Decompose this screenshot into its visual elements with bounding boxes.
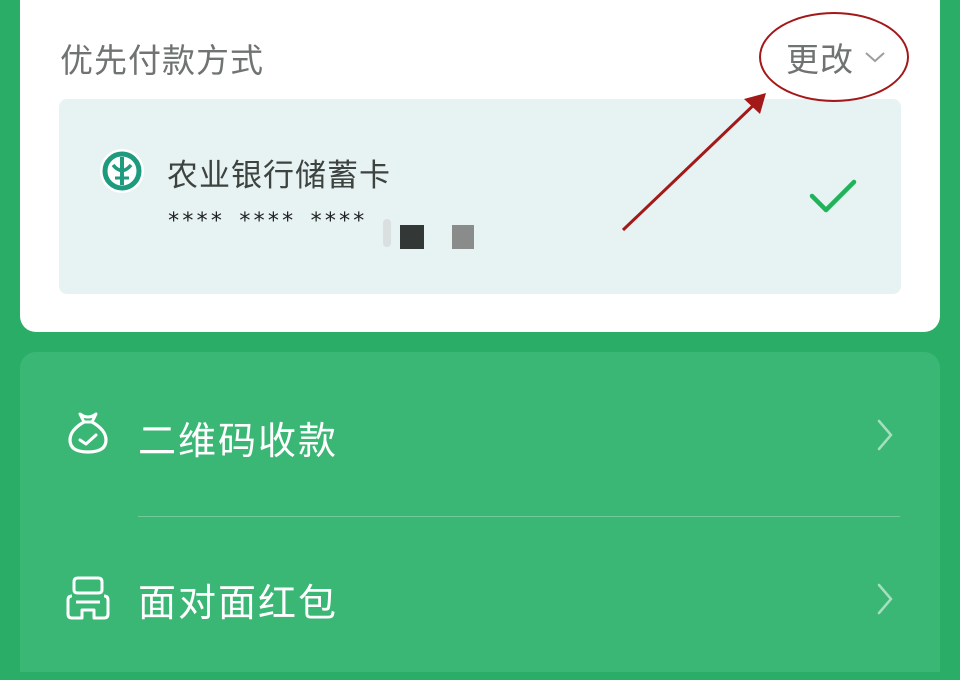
bank-name: 农业银行储蓄卡	[167, 158, 391, 194]
masked-digit-redaction	[452, 225, 474, 249]
masked-digit-redaction	[383, 219, 391, 247]
change-payment-button[interactable]: 更改	[786, 34, 886, 80]
menu-item-label: 二维码收款	[138, 419, 339, 463]
menu-panel: 二维码收款 面对面红包	[20, 352, 940, 672]
masked-digit-redaction	[400, 225, 424, 249]
card-number: **** **** ****	[167, 209, 367, 234]
menu-item-label: 面对面红包	[138, 581, 339, 625]
money-bag-icon	[68, 412, 108, 454]
menu-item-qr-receive[interactable]: 二维码收款	[20, 352, 940, 516]
chevron-right-icon	[877, 419, 893, 451]
change-payment-label: 更改	[786, 40, 854, 79]
priority-payment-title: 优先付款方式	[60, 41, 264, 80]
menu-item-face-to-face-red-packet[interactable]: 面对面红包	[20, 516, 940, 680]
chevron-down-icon	[865, 52, 885, 63]
abc-bank-logo-icon	[100, 149, 144, 193]
chevron-right-icon	[877, 583, 893, 615]
red-packet-icon	[66, 576, 110, 620]
checkmark-icon	[809, 179, 857, 213]
bank-card-option[interactable]: 农业银行储蓄卡 **** **** ****	[59, 99, 901, 294]
